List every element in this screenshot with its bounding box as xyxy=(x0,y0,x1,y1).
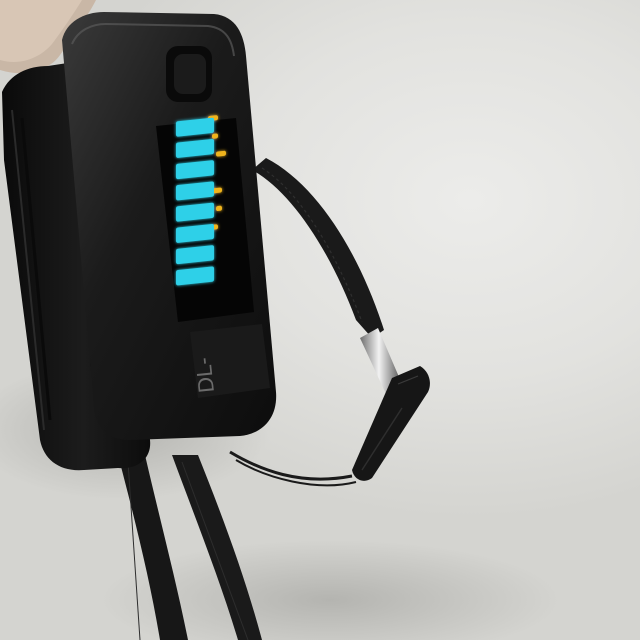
photo-scene: DL- xyxy=(0,0,560,640)
photo-background: DL- xyxy=(0,0,640,640)
lanyard-strap xyxy=(252,158,384,338)
brand-mark-text: DL- xyxy=(190,356,219,394)
lanyard-clip xyxy=(352,366,430,481)
brand-mark: DL- xyxy=(190,324,270,398)
power-button[interactable] xyxy=(166,46,212,102)
